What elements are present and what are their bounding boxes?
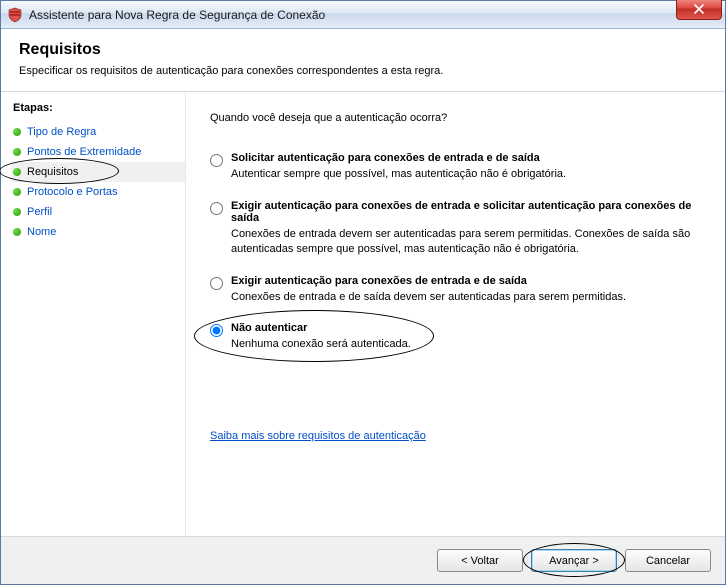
option-body: Exigir autenticação para conexões de ent…: [231, 275, 701, 305]
wizard-footer: < Voltar Avançar > Cancelar: [1, 536, 725, 584]
option-no-auth[interactable]: Não autenticar Nenhuma conexão será aute…: [210, 322, 701, 352]
wizard-window: Assistente para Nova Regra de Segurança …: [0, 0, 726, 585]
option-require-in-request-out[interactable]: Exigir autenticação para conexões de ent…: [210, 200, 701, 257]
step-nome[interactable]: Nome: [11, 222, 185, 242]
radio-require-both[interactable]: [210, 277, 223, 290]
step-protocolo-e-portas[interactable]: Protocolo e Portas: [11, 182, 185, 202]
option-body: Não autenticar Nenhuma conexão será aute…: [231, 322, 701, 352]
content-pane: Quando você deseja que a autenticação oc…: [186, 92, 725, 536]
step-perfil[interactable]: Perfil: [11, 202, 185, 222]
step-label: Protocolo e Portas: [27, 186, 118, 198]
option-require-both[interactable]: Exigir autenticação para conexões de ent…: [210, 275, 701, 305]
step-label: Requisitos: [27, 166, 78, 178]
option-desc: Conexões de entrada e de saída devem ser…: [231, 290, 701, 305]
firewall-icon: [7, 7, 23, 23]
step-label: Tipo de Regra: [27, 126, 96, 138]
step-requisitos[interactable]: Requisitos: [11, 162, 185, 182]
option-title: Solicitar autenticação para conexões de …: [231, 152, 701, 164]
wizard-header: Requisitos Especificar os requisitos de …: [1, 29, 725, 92]
option-title: Não autenticar: [231, 322, 701, 334]
step-bullet-icon: [13, 188, 21, 196]
step-bullet-icon: [13, 208, 21, 216]
option-desc: Conexões de entrada devem ser autenticad…: [231, 227, 701, 257]
close-button[interactable]: [676, 0, 722, 20]
option-title: Exigir autenticação para conexões de ent…: [231, 200, 701, 224]
page-subtitle: Especificar os requisitos de autenticaçã…: [19, 65, 707, 77]
window-title: Assistente para Nova Regra de Segurança …: [29, 8, 325, 22]
radio-no-auth[interactable]: [210, 324, 223, 337]
step-bullet-icon: [13, 148, 21, 156]
titlebar: Assistente para Nova Regra de Segurança …: [1, 1, 725, 29]
step-label: Perfil: [27, 206, 52, 218]
option-title: Exigir autenticação para conexões de ent…: [231, 275, 701, 287]
page-heading: Requisitos: [19, 41, 707, 59]
option-desc: Nenhuma conexão será autenticada.: [231, 337, 701, 352]
cancel-button[interactable]: Cancelar: [625, 549, 711, 572]
step-pontos-de-extremidade[interactable]: Pontos de Extremidade: [11, 142, 185, 162]
step-bullet-icon: [13, 128, 21, 136]
step-label: Nome: [27, 226, 56, 238]
option-desc: Autenticar sempre que possível, mas aute…: [231, 167, 701, 182]
step-tipo-de-regra[interactable]: Tipo de Regra: [11, 122, 185, 142]
next-button[interactable]: Avançar >: [531, 549, 617, 572]
back-button[interactable]: < Voltar: [437, 549, 523, 572]
radio-request-auth[interactable]: [210, 154, 223, 167]
option-request-auth[interactable]: Solicitar autenticação para conexões de …: [210, 152, 701, 182]
step-label: Pontos de Extremidade: [27, 146, 141, 158]
learn-more-link[interactable]: Saiba mais sobre requisitos de autentica…: [210, 430, 426, 442]
step-bullet-icon: [13, 228, 21, 236]
step-bullet-icon: [13, 168, 21, 176]
radio-require-in-request-out[interactable]: [210, 202, 223, 215]
steps-sidebar: Etapas: Tipo de Regra Pontos de Extremid…: [1, 92, 186, 536]
wizard-body: Etapas: Tipo de Regra Pontos de Extremid…: [1, 92, 725, 536]
question-text: Quando você deseja que a autenticação oc…: [210, 112, 701, 124]
option-body: Solicitar autenticação para conexões de …: [231, 152, 701, 182]
option-body: Exigir autenticação para conexões de ent…: [231, 200, 701, 257]
steps-label: Etapas:: [13, 102, 185, 114]
